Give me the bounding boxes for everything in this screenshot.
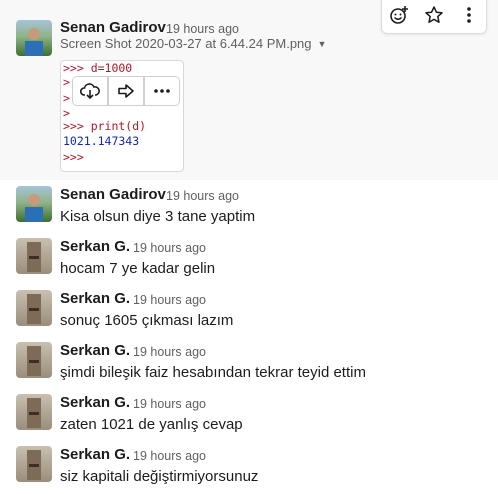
timestamp[interactable]: 19 hours ago [133,345,206,359]
avatar[interactable] [16,20,52,56]
code-line: > [63,91,70,105]
avatar[interactable] [16,186,52,222]
add-reaction-icon [390,6,409,24]
author-name[interactable]: Serkan G. [60,342,130,359]
share-button[interactable] [108,76,144,106]
image-more-button[interactable] [144,76,180,106]
chevron-down-icon[interactable]: ▼ [318,39,327,49]
message-text: siz kapitali değiştirmiyorsunuz [60,468,259,485]
message-text: şimdi bileşik faiz hesabından tekrar tey… [60,364,366,381]
code-line: >>> [63,150,84,164]
author-name[interactable]: Serkan G. [60,446,130,463]
timestamp[interactable]: 19 hours ago [133,397,206,411]
message-1[interactable]: Senan Gadirov 19 hours ago Screen Shot 2… [0,0,498,180]
add-reaction-button[interactable] [386,2,412,28]
message-actions-toolbar [381,0,487,34]
avatar-image [27,398,41,428]
timestamp[interactable]: 19 hours ago [133,293,206,307]
code-line: >>> print(d) [63,119,147,133]
file-name-text: Screen Shot 2020-03-27 at 6.44.24 PM.png [60,36,312,51]
more-vertical-icon [466,7,471,23]
message-4[interactable]: Serkan G. 19 hours ago sonuç 1605 çıkmas… [0,284,498,336]
avatar[interactable] [16,342,52,378]
save-star-button[interactable] [421,2,447,28]
download-button[interactable] [72,76,108,106]
avatar[interactable] [16,394,52,430]
avatar[interactable] [16,446,52,482]
avatar-image [27,450,41,480]
more-actions-button[interactable] [456,2,482,28]
author-name[interactable]: Serkan G. [60,238,130,255]
more-horizontal-icon [154,89,170,93]
author-name[interactable]: Serkan G. [60,290,130,307]
cloud-download-icon [80,83,100,100]
avatar-image [27,346,41,376]
star-icon [425,6,443,23]
message-5[interactable]: Serkan G. 19 hours ago şimdi bileşik fai… [0,336,498,388]
author-name[interactable]: Serkan G. [60,394,130,411]
message-7[interactable]: Serkan G. 19 hours ago siz kapitali deği… [0,440,498,494]
timestamp[interactable]: 19 hours ago [133,449,206,463]
avatar-image [27,294,41,324]
share-arrow-icon [118,84,134,98]
code-line: 1021.147343 [63,134,140,148]
message-2[interactable]: Senan Gadirov 19 hours ago Kisa olsun di… [0,180,498,232]
file-name[interactable]: Screen Shot 2020-03-27 at 6.44.24 PM.png… [60,36,326,51]
message-text: Kisa olsun diye 3 tane yaptim [60,208,256,225]
avatar[interactable] [16,290,52,326]
code-line: >>> d=1000 [63,61,133,75]
message-3[interactable]: Serkan G. 19 hours ago hocam 7 ye kadar … [0,232,498,284]
timestamp[interactable]: 19 hours ago [133,241,206,255]
author-name[interactable]: Senan Gadirov [60,19,166,36]
author-name[interactable]: Senan Gadirov [60,186,166,203]
message-text: hocam 7 ye kadar gelin [60,260,216,277]
avatar-image [27,242,41,272]
code-line: > [63,106,70,120]
image-actions [72,76,180,106]
timestamp[interactable]: 19 hours ago [166,22,239,36]
code-line: > [63,75,70,89]
avatar[interactable] [16,238,52,274]
message-text: zaten 1021 de yanlış cevap [60,416,243,433]
message-6[interactable]: Serkan G. 19 hours ago zaten 1021 de yan… [0,388,498,440]
timestamp[interactable]: 19 hours ago [166,189,239,203]
avatar-image [25,194,43,222]
message-text: sonuç 1605 çıkması lazım [60,312,234,329]
avatar-image [25,28,43,56]
